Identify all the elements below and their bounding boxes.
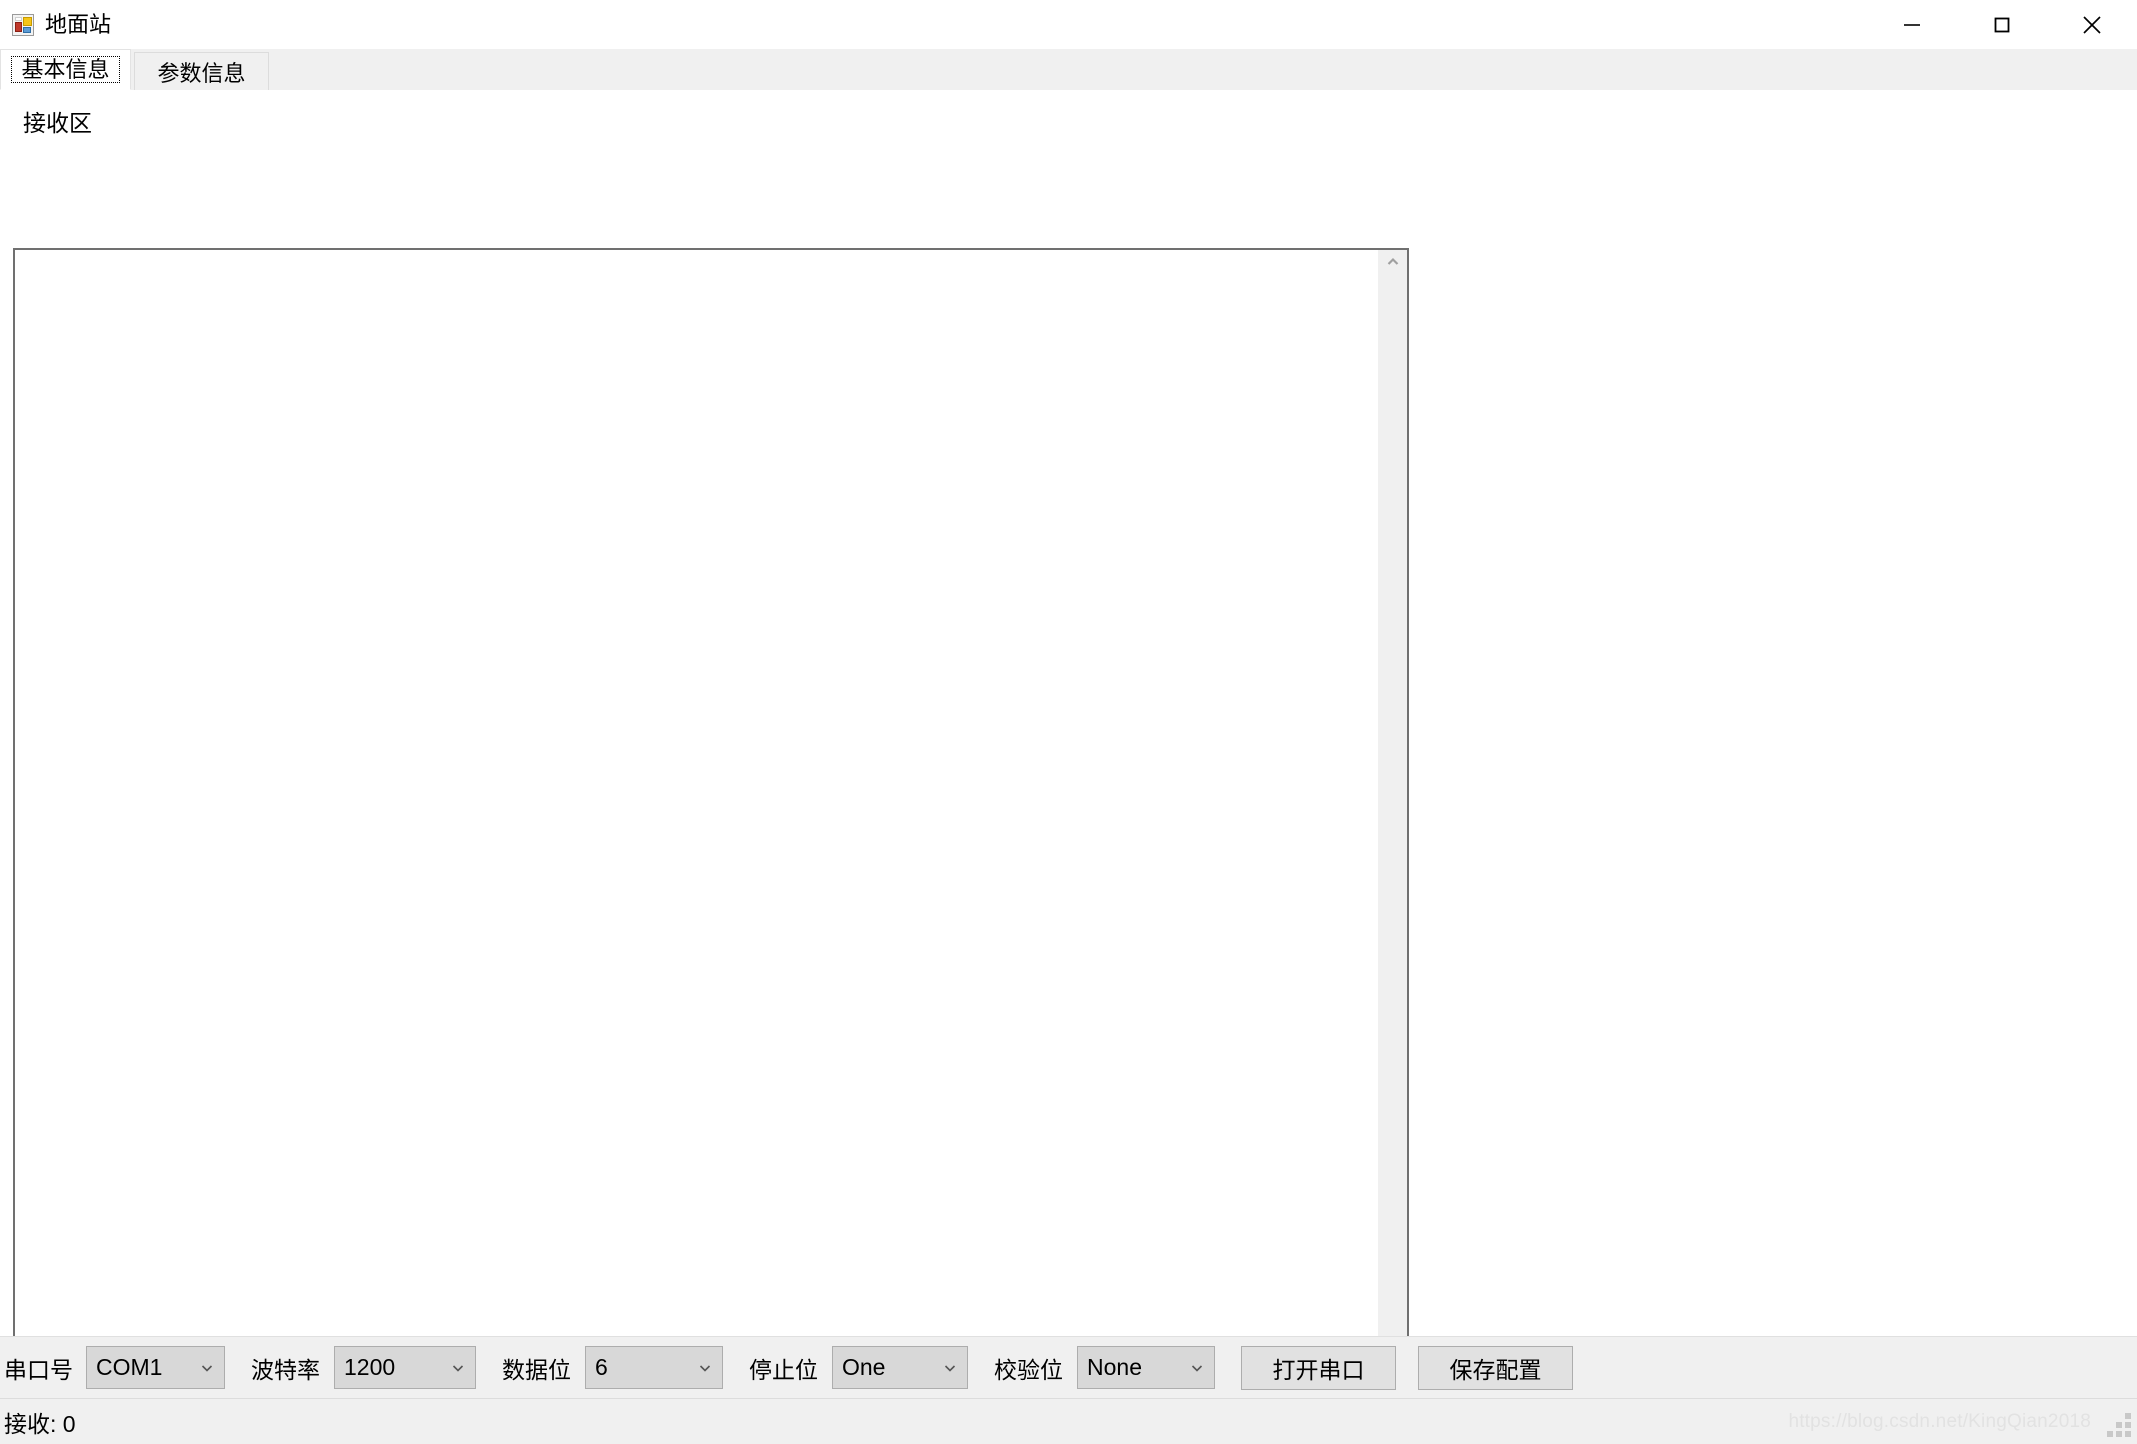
- tab-control: 基本信息 参数信息 接收区 串口号 COM1 波特率 1200 数据位 6 停止…: [0, 49, 2137, 1398]
- field-group-baud: 波特率 1200: [251, 1346, 476, 1389]
- window-controls: [1867, 0, 2137, 49]
- field-group-port: 串口号 COM1: [4, 1346, 225, 1389]
- parity-label: 校验位: [994, 1356, 1063, 1383]
- tab-strip: 基本信息 参数信息: [0, 49, 2137, 90]
- save-config-button[interactable]: 保存配置: [1418, 1345, 1573, 1390]
- watermark-text: https://blog.csdn.net/KingQian2018: [1788, 1410, 2091, 1432]
- tab-basic-info-label: 基本信息: [11, 55, 120, 84]
- chevron-down-icon[interactable]: [933, 1347, 967, 1388]
- stopbits-combobox-value: One: [842, 1354, 886, 1380]
- chevron-up-icon: [1385, 254, 1401, 275]
- databits-combobox[interactable]: 6: [585, 1346, 723, 1389]
- close-button[interactable]: [2047, 0, 2137, 49]
- received-count-label: 接收: 0: [4, 1410, 76, 1437]
- scroll-track[interactable]: [1379, 278, 1407, 1360]
- field-group-parity: 校验位 None: [994, 1346, 1215, 1389]
- chevron-down-icon[interactable]: [688, 1347, 722, 1388]
- window-title: 地面站: [45, 11, 112, 37]
- title-bar-left: 地面站: [0, 11, 112, 37]
- maximize-icon: [1990, 13, 2014, 37]
- receive-textbox[interactable]: [13, 248, 1409, 1390]
- save-config-button-label: 保存配置: [1449, 1356, 1542, 1383]
- title-bar: 地面站: [0, 0, 2137, 49]
- open-serial-port-button[interactable]: 打开串口: [1241, 1345, 1396, 1390]
- tab-page-basic-info: 接收区: [0, 90, 2137, 1390]
- serial-config-panel: 串口号 COM1 波特率 1200 数据位 6 停止位 One 校验位 None…: [0, 1336, 2137, 1398]
- open-serial-port-button-label: 打开串口: [1272, 1356, 1365, 1383]
- databits-label: 数据位: [502, 1356, 571, 1383]
- receive-area-label: 接收区: [23, 110, 92, 136]
- tab-parameter-info-label: 参数信息: [157, 60, 246, 86]
- receive-textbox-content[interactable]: [15, 250, 1378, 1388]
- stopbits-label: 停止位: [749, 1356, 818, 1383]
- close-icon: [2079, 12, 2105, 38]
- tab-basic-info[interactable]: 基本信息: [0, 49, 131, 90]
- databits-combobox-value: 6: [595, 1354, 608, 1380]
- application-window: 地面站 基本信息 参数信息 接收区 串口号 COM1 波特率 1200 数据位 …: [0, 0, 2137, 1444]
- parity-combobox[interactable]: None: [1077, 1346, 1215, 1389]
- stopbits-combobox[interactable]: One: [832, 1346, 968, 1389]
- minimize-icon: [1900, 13, 1924, 37]
- field-group-stopbits: 停止位 One: [749, 1346, 968, 1389]
- tab-parameter-info[interactable]: 参数信息: [134, 52, 269, 90]
- parity-combobox-value: None: [1087, 1354, 1142, 1380]
- chevron-down-icon[interactable]: [190, 1347, 224, 1388]
- field-group-databits: 数据位 6: [502, 1346, 723, 1389]
- status-bar: 接收: 0 https://blog.csdn.net/KingQian2018: [0, 1398, 2137, 1444]
- baud-combobox-value: 1200: [344, 1354, 396, 1380]
- chevron-down-icon[interactable]: [1180, 1347, 1214, 1388]
- scroll-up-button[interactable]: [1379, 250, 1407, 278]
- receive-vertical-scrollbar[interactable]: [1378, 250, 1407, 1388]
- port-label: 串口号: [4, 1356, 73, 1383]
- resize-grip[interactable]: [2105, 1413, 2131, 1439]
- port-combobox-value: COM1: [96, 1354, 163, 1380]
- baud-combobox[interactable]: 1200: [334, 1346, 476, 1389]
- baud-label: 波特率: [251, 1356, 320, 1383]
- chevron-down-icon[interactable]: [441, 1347, 475, 1388]
- maximize-button[interactable]: [1957, 0, 2047, 49]
- winforms-app-icon: [12, 13, 34, 36]
- port-combobox[interactable]: COM1: [86, 1346, 225, 1389]
- minimize-button[interactable]: [1867, 0, 1957, 49]
